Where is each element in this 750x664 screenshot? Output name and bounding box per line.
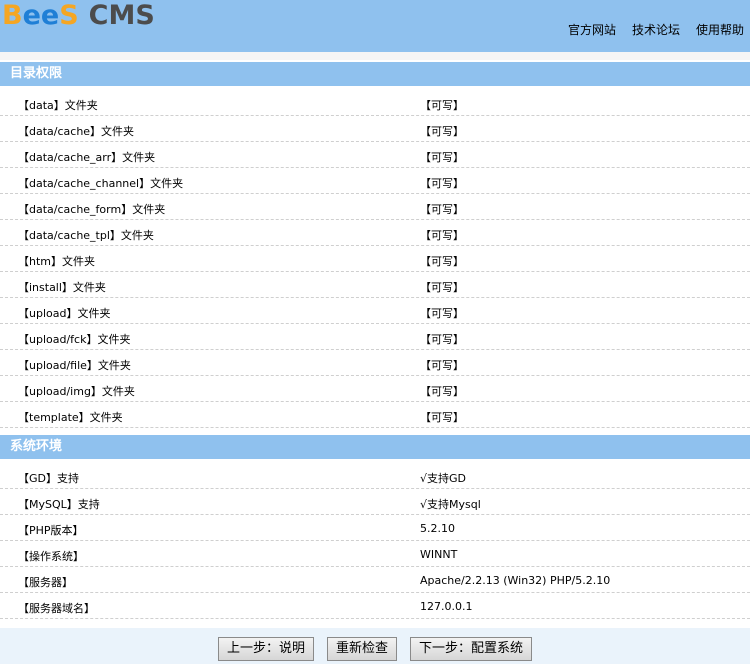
row-name: 【服务器】 [18, 576, 73, 589]
row-name: 【template】文件夹 [18, 411, 123, 424]
row-name: 【upload/file】文件夹 [18, 359, 131, 372]
row-value: 127.0.0.1 [420, 600, 473, 613]
row-value: 5.2.10 [420, 522, 455, 535]
section-title-directory-permissions: 目录权限 [0, 62, 750, 86]
header: B e e S CMS 官方网站 技术论坛 使用帮助 [0, 0, 750, 52]
row-name: 【data/cache_channel】文件夹 [18, 177, 184, 190]
row-value: 【可写】 [420, 99, 464, 112]
logo-letter-s: S [59, 0, 79, 31]
row-name: 【upload/img】文件夹 [18, 385, 135, 398]
row-name: 【GD】支持 [18, 472, 79, 485]
logo-cms-text: CMS [88, 0, 155, 31]
table-row: 【data】文件夹 【可写】 [0, 90, 750, 116]
row-name: 【data/cache_tpl】文件夹 [18, 229, 154, 242]
row-value: 【可写】 [420, 411, 464, 424]
table-row: 【template】文件夹 【可写】 [0, 402, 750, 428]
nav-official-site[interactable]: 官方网站 [568, 21, 616, 38]
prev-step-button[interactable]: 上一步：说明 [217, 637, 314, 661]
directory-permissions-list: 【data】文件夹 【可写】 【data/cache】文件夹 【可写】 【data/… [0, 90, 750, 428]
row-value: 【可写】 [420, 307, 464, 320]
next-step-button[interactable]: 下一步：配置系统 [410, 637, 533, 661]
logo[interactable]: B e e S CMS [2, 0, 155, 31]
row-name: 【data】文件夹 [18, 99, 98, 112]
button-group: 上一步：说明 重新检查 下一步：配置系统 [0, 637, 750, 661]
logo-letter-b: B [2, 0, 23, 31]
table-row: 【GD】支持 √支持GD [0, 463, 750, 489]
table-row: 【upload/file】文件夹 【可写】 [0, 350, 750, 376]
table-row: 【data/cache_form】文件夹 【可写】 [0, 194, 750, 220]
row-name: 【data/cache】文件夹 [18, 125, 135, 138]
table-row: 【服务器域名】 127.0.0.1 [0, 593, 750, 619]
row-value: 【可写】 [420, 151, 464, 164]
row-value: WINNT [420, 548, 458, 561]
row-name: 【upload】文件夹 [18, 307, 111, 320]
row-name: 【htm】文件夹 [18, 255, 95, 268]
logo-letter-e1: e [22, 0, 41, 31]
table-row: 【MySQL】支持 √支持Mysql [0, 489, 750, 515]
row-value: 【可写】 [420, 281, 464, 294]
row-name: 【MySQL】支持 [18, 498, 100, 511]
footer-button-bar: 上一步：说明 重新检查 下一步：配置系统 [0, 628, 750, 664]
row-name: 【PHP版本】 [18, 524, 84, 537]
table-row: 【PHP版本】 5.2.10 [0, 515, 750, 541]
nav-help[interactable]: 使用帮助 [696, 21, 744, 38]
system-environment-list: 【GD】支持 √支持GD 【MySQL】支持 √支持Mysql 【PHP版本】 5.2… [0, 463, 750, 619]
recheck-button[interactable]: 重新检查 [326, 637, 397, 661]
row-value: √支持GD [420, 472, 467, 485]
table-row: 【upload】文件夹 【可写】 [0, 298, 750, 324]
table-row: 【data/cache_arr】文件夹 【可写】 [0, 142, 750, 168]
row-name: 【data/cache_arr】文件夹 [18, 151, 156, 164]
row-name: 【服务器域名】 [18, 602, 95, 615]
table-row: 【data/cache_channel】文件夹 【可写】 [0, 168, 750, 194]
row-value: 【可写】 [420, 359, 464, 372]
row-value: 【可写】 [420, 229, 464, 242]
section-title-system-environment: 系统环境 [0, 435, 750, 459]
header-divider [0, 52, 750, 60]
row-name: 【data/cache_form】文件夹 [18, 203, 166, 216]
table-row: 【install】文件夹 【可写】 [0, 272, 750, 298]
row-value: 【可写】 [420, 385, 464, 398]
table-row: 【data/cache_tpl】文件夹 【可写】 [0, 220, 750, 246]
row-value: √支持Mysql [420, 498, 481, 511]
row-name: 【install】文件夹 [18, 281, 106, 294]
row-name: 【upload/fck】文件夹 [18, 333, 131, 346]
row-value: 【可写】 [420, 333, 464, 346]
nav-tech-forum[interactable]: 技术论坛 [632, 21, 680, 38]
top-nav: 官方网站 技术论坛 使用帮助 [568, 21, 744, 38]
row-value: 【可写】 [420, 255, 464, 268]
table-row: 【操作系统】 WINNT [0, 541, 750, 567]
table-row: 【upload/img】文件夹 【可写】 [0, 376, 750, 402]
table-row: 【upload/fck】文件夹 【可写】 [0, 324, 750, 350]
row-value: 【可写】 [420, 125, 464, 138]
table-row: 【data/cache】文件夹 【可写】 [0, 116, 750, 142]
table-row: 【服务器】 Apache/2.2.13 (Win32) PHP/5.2.10 [0, 567, 750, 593]
table-row: 【htm】文件夹 【可写】 [0, 246, 750, 272]
row-value: 【可写】 [420, 177, 464, 190]
row-name: 【操作系统】 [18, 550, 84, 563]
row-value: 【可写】 [420, 203, 464, 216]
logo-letter-e2: e [40, 0, 60, 31]
row-value: Apache/2.2.13 (Win32) PHP/5.2.10 [420, 574, 611, 587]
